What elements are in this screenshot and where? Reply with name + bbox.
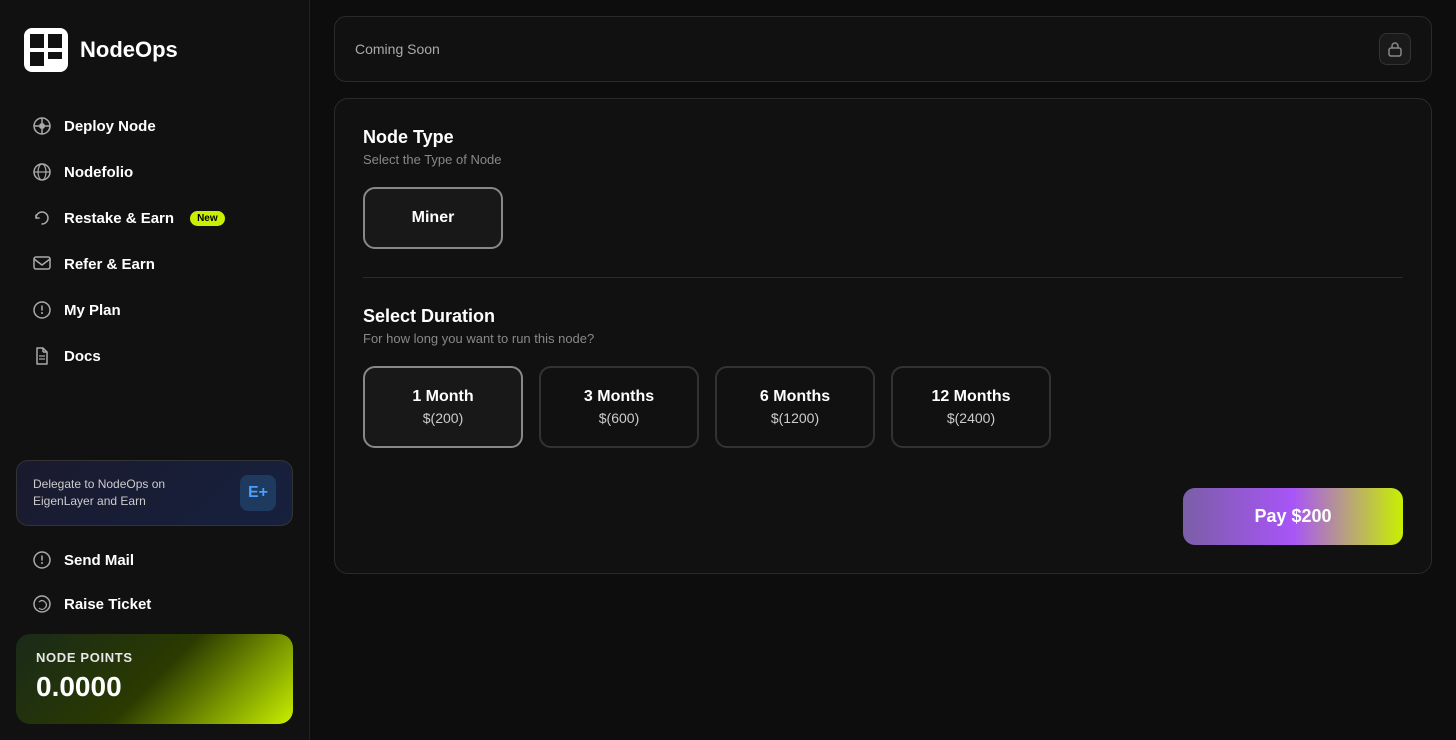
logo-area: NodeOps xyxy=(0,0,309,96)
sidebar-item-nodefolio[interactable]: Nodefolio xyxy=(8,150,301,194)
duration-months-1: 1 Month xyxy=(393,388,493,406)
node-type-duration-card: Node Type Select the Type of Node Miner … xyxy=(334,98,1432,574)
lock-icon-button[interactable] xyxy=(1379,33,1411,65)
node-icon xyxy=(32,116,52,136)
new-badge: New xyxy=(190,211,225,226)
lock-icon xyxy=(1388,41,1402,57)
ticket-icon xyxy=(32,594,52,614)
node-points-value: 0.0000 xyxy=(36,671,273,703)
duration-months-12: 12 Months xyxy=(921,388,1021,406)
duration-option-12months[interactable]: 12 Months $(2400) xyxy=(891,366,1051,448)
delegate-banner[interactable]: Delegate to NodeOps on EigenLayer and Ea… xyxy=(16,460,293,526)
sidebar-item-my-plan[interactable]: My Plan xyxy=(8,288,301,332)
sidebar-item-deploy-node[interactable]: Deploy Node xyxy=(8,104,301,148)
sidebar-item-label-sendmail: Send Mail xyxy=(64,552,134,569)
duration-title: Select Duration xyxy=(363,306,1403,327)
portfolio-icon xyxy=(32,162,52,182)
coming-soon-text: Coming Soon xyxy=(355,41,440,57)
sidebar-item-raise-ticket[interactable]: Raise Ticket xyxy=(8,582,301,626)
sidebar-item-refer-earn[interactable]: Refer & Earn xyxy=(8,242,301,286)
sidebar-item-label-raiseticket: Raise Ticket xyxy=(64,596,151,613)
duration-price-3: $(600) xyxy=(569,410,669,426)
restake-icon xyxy=(32,208,52,228)
app-title: NodeOps xyxy=(80,37,178,63)
main-content: Coming Soon Node Type Select the Type of… xyxy=(310,0,1456,740)
duration-section: Select Duration For how long you want to… xyxy=(363,306,1403,448)
docs-icon xyxy=(32,346,52,366)
duration-months-6: 6 Months xyxy=(745,388,845,406)
sidebar-item-label-refer: Refer & Earn xyxy=(64,256,155,273)
coming-soon-card: Coming Soon xyxy=(334,16,1432,82)
type-option-miner[interactable]: Miner xyxy=(363,187,503,249)
delegate-text: Delegate to NodeOps on EigenLayer and Ea… xyxy=(33,476,193,510)
node-type-title: Node Type xyxy=(363,127,1403,148)
sidebar-item-docs[interactable]: Docs xyxy=(8,334,301,378)
pay-button[interactable]: Pay $200 xyxy=(1183,488,1403,545)
plan-icon xyxy=(32,300,52,320)
duration-price-6: $(1200) xyxy=(745,410,845,426)
section-divider xyxy=(363,277,1403,278)
nav-items: Deploy Node Nodefolio Restake & Earn New xyxy=(0,96,309,448)
duration-subtitle: For how long you want to run this node? xyxy=(363,331,1403,346)
sidebar-item-label-deploy-node: Deploy Node xyxy=(64,118,156,135)
sidebar-bottom: Send Mail Raise Ticket NODE Points 0.000… xyxy=(0,538,309,740)
sidebar-item-restake-earn[interactable]: Restake & Earn New xyxy=(8,196,301,240)
sidebar-item-label-myplan: My Plan xyxy=(64,302,121,319)
duration-months-3: 3 Months xyxy=(569,388,669,406)
node-points-card: NODE Points 0.0000 xyxy=(16,634,293,724)
node-type-subtitle: Select the Type of Node xyxy=(363,152,1403,167)
sidebar-item-label-docs: Docs xyxy=(64,348,101,365)
node-type-section: Node Type Select the Type of Node Miner xyxy=(363,127,1403,249)
duration-price-1: $(200) xyxy=(393,410,493,426)
sidebar-item-label-nodefolio: Nodefolio xyxy=(64,164,133,181)
duration-option-1month[interactable]: 1 Month $(200) xyxy=(363,366,523,448)
logo-icon xyxy=(24,28,68,72)
mail-icon xyxy=(32,550,52,570)
pay-btn-container: Pay $200 xyxy=(363,488,1403,545)
delegate-logo: E+ xyxy=(240,475,276,511)
sidebar-item-send-mail[interactable]: Send Mail xyxy=(8,538,301,582)
sidebar: NodeOps Deploy Node Nodefolio xyxy=(0,0,310,740)
duration-price-12: $(2400) xyxy=(921,410,1021,426)
duration-option-3months[interactable]: 3 Months $(600) xyxy=(539,366,699,448)
duration-option-6months[interactable]: 6 Months $(1200) xyxy=(715,366,875,448)
sidebar-item-label-restake: Restake & Earn xyxy=(64,210,174,227)
duration-options: 1 Month $(200) 3 Months $(600) 6 Months … xyxy=(363,366,1403,448)
refer-icon xyxy=(32,254,52,274)
node-points-label: NODE Points xyxy=(36,650,273,665)
type-options: Miner xyxy=(363,187,1403,249)
